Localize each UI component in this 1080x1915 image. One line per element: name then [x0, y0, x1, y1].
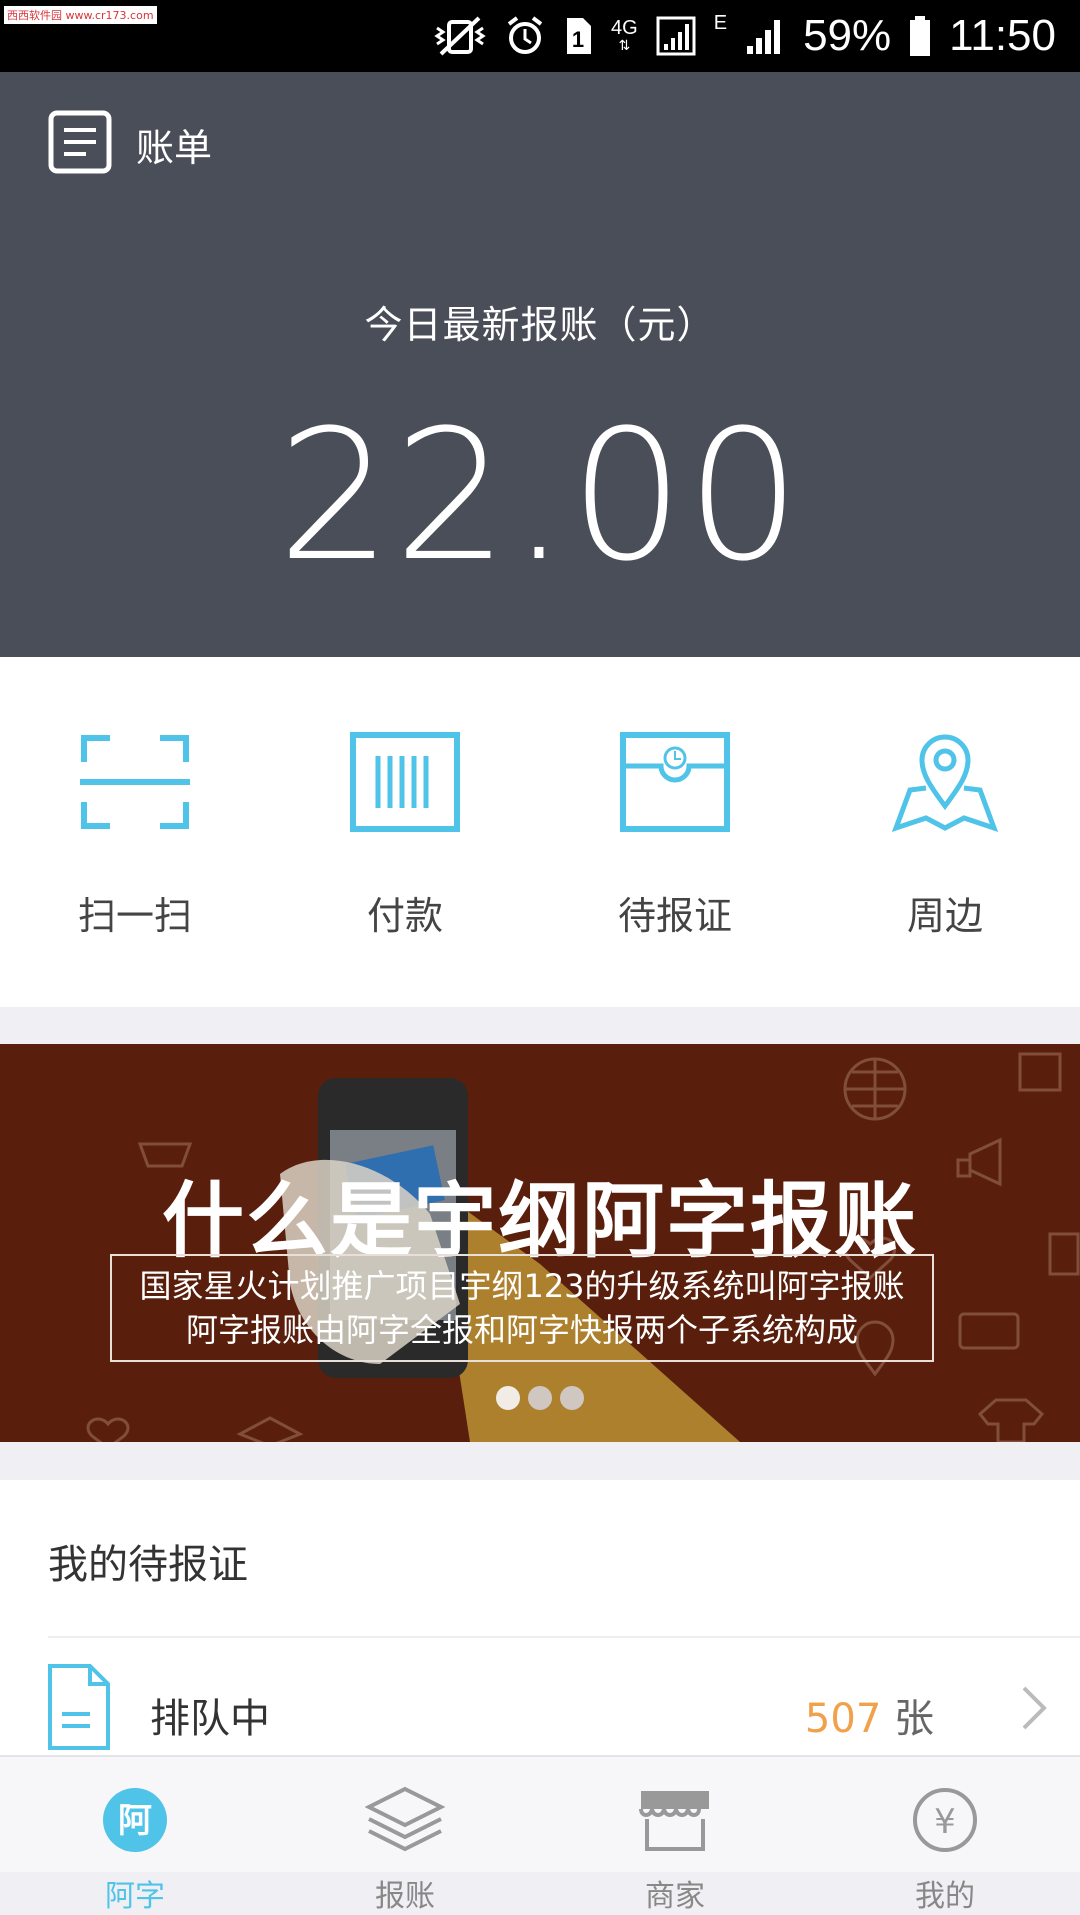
network-4g-icon: 4G ⇅: [611, 17, 638, 54]
vibrate-mute-icon: [433, 14, 487, 58]
document-icon: [46, 1662, 112, 1756]
summary-header: 账单 今日最新报账（元） 22.00: [0, 72, 1080, 657]
svg-text:¥: ¥: [934, 1802, 956, 1842]
tab-label: 商家: [645, 1879, 705, 1914]
divider: [48, 1636, 1080, 1638]
action-label: 扫一扫: [77, 894, 192, 938]
section-title: 我的待报证: [48, 1542, 248, 1588]
yen-icon: ¥: [810, 1785, 1080, 1865]
sim-icon: 1: [563, 14, 593, 58]
action-pending[interactable]: 待报证: [540, 727, 810, 940]
action-label: 待报证: [617, 894, 732, 938]
today-amount: 22.00: [277, 392, 803, 601]
row-label: 排队中: [150, 1696, 270, 1742]
tab-reimburse[interactable]: 报账: [270, 1785, 540, 1915]
signal-box-icon: [656, 14, 696, 58]
chevron-right-icon: [1020, 1684, 1050, 1736]
layers-icon: [270, 1785, 540, 1865]
tab-merchant[interactable]: 商家: [540, 1785, 810, 1915]
home-a-icon: 阿: [0, 1785, 270, 1865]
today-label: 今日最新报账（元）: [364, 303, 716, 347]
bill-list-icon: [48, 110, 112, 178]
svg-text:1: 1: [572, 27, 584, 52]
scan-icon: [0, 727, 270, 837]
action-scan[interactable]: 扫一扫: [0, 727, 270, 940]
clock: 11:50: [949, 11, 1056, 60]
bottom-tab-bar: 阿 阿字 报账 商家 ¥ 我的: [0, 1755, 1080, 1914]
alarm-icon: [505, 14, 545, 58]
bill-label: 账单: [136, 125, 213, 170]
status-bar: 西西软件园 www.cr173.com 1 4G ⇅ E 59% 11:50: [0, 0, 1080, 72]
action-pay[interactable]: 付款: [270, 727, 540, 940]
action-label: 周边: [906, 894, 983, 938]
count-number: 507: [804, 1696, 882, 1742]
row-count: 507 张: [805, 1686, 934, 1744]
tab-label: 报账: [375, 1879, 435, 1914]
tab-mine[interactable]: ¥ 我的: [810, 1785, 1080, 1915]
action-nearby[interactable]: 周边: [810, 727, 1080, 940]
battery-percent: 59%: [803, 11, 892, 60]
carousel-dot[interactable]: [528, 1386, 552, 1410]
list-item[interactable]: 排队中 507 张: [0, 1640, 1080, 1755]
status-icons: 1 4G ⇅ E 59% 11:50: [433, 8, 1056, 64]
carousel-dots: [0, 1386, 1080, 1410]
banner-description: 国家星火计划推广项目宇纲123的升级系统叫阿字报账 阿字报账由阿字全报和阿字快报…: [110, 1254, 934, 1362]
network-e-label: E: [713, 12, 728, 34]
banner-line-1: 国家星火计划推广项目宇纲123的升级系统叫阿字报账: [139, 1267, 905, 1305]
tab-label: 阿字: [105, 1879, 165, 1914]
promo-banner[interactable]: 什么是宇纲阿字报账 国家星火计划推广项目宇纲123的升级系统叫阿字报账 阿字报账…: [0, 1044, 1080, 1442]
count-unit: 张: [894, 1696, 934, 1742]
barcode-icon: [270, 727, 540, 837]
map-pin-icon: [810, 727, 1080, 837]
carousel-dot[interactable]: [560, 1386, 584, 1410]
action-label: 付款: [366, 894, 443, 938]
receipt-clock-icon: [540, 727, 810, 837]
banner-line-2: 阿字报账由阿字全报和阿字快报两个子系统构成: [185, 1311, 858, 1349]
bill-button[interactable]: 账单: [48, 110, 212, 178]
signal-icon: [745, 14, 785, 58]
battery-icon: [909, 14, 931, 58]
store-icon: [540, 1785, 810, 1865]
pending-section: 我的待报证 排队中 507 张: [0, 1480, 1080, 1755]
quick-actions: 扫一扫 付款 待报证 周边: [0, 657, 1080, 1007]
carousel-dot[interactable]: [496, 1386, 520, 1410]
watermark: 西西软件园 www.cr173.com: [4, 6, 157, 24]
tab-label: 我的: [915, 1879, 975, 1914]
tab-home[interactable]: 阿 阿字: [0, 1785, 270, 1915]
svg-text:阿: 阿: [118, 1801, 152, 1841]
